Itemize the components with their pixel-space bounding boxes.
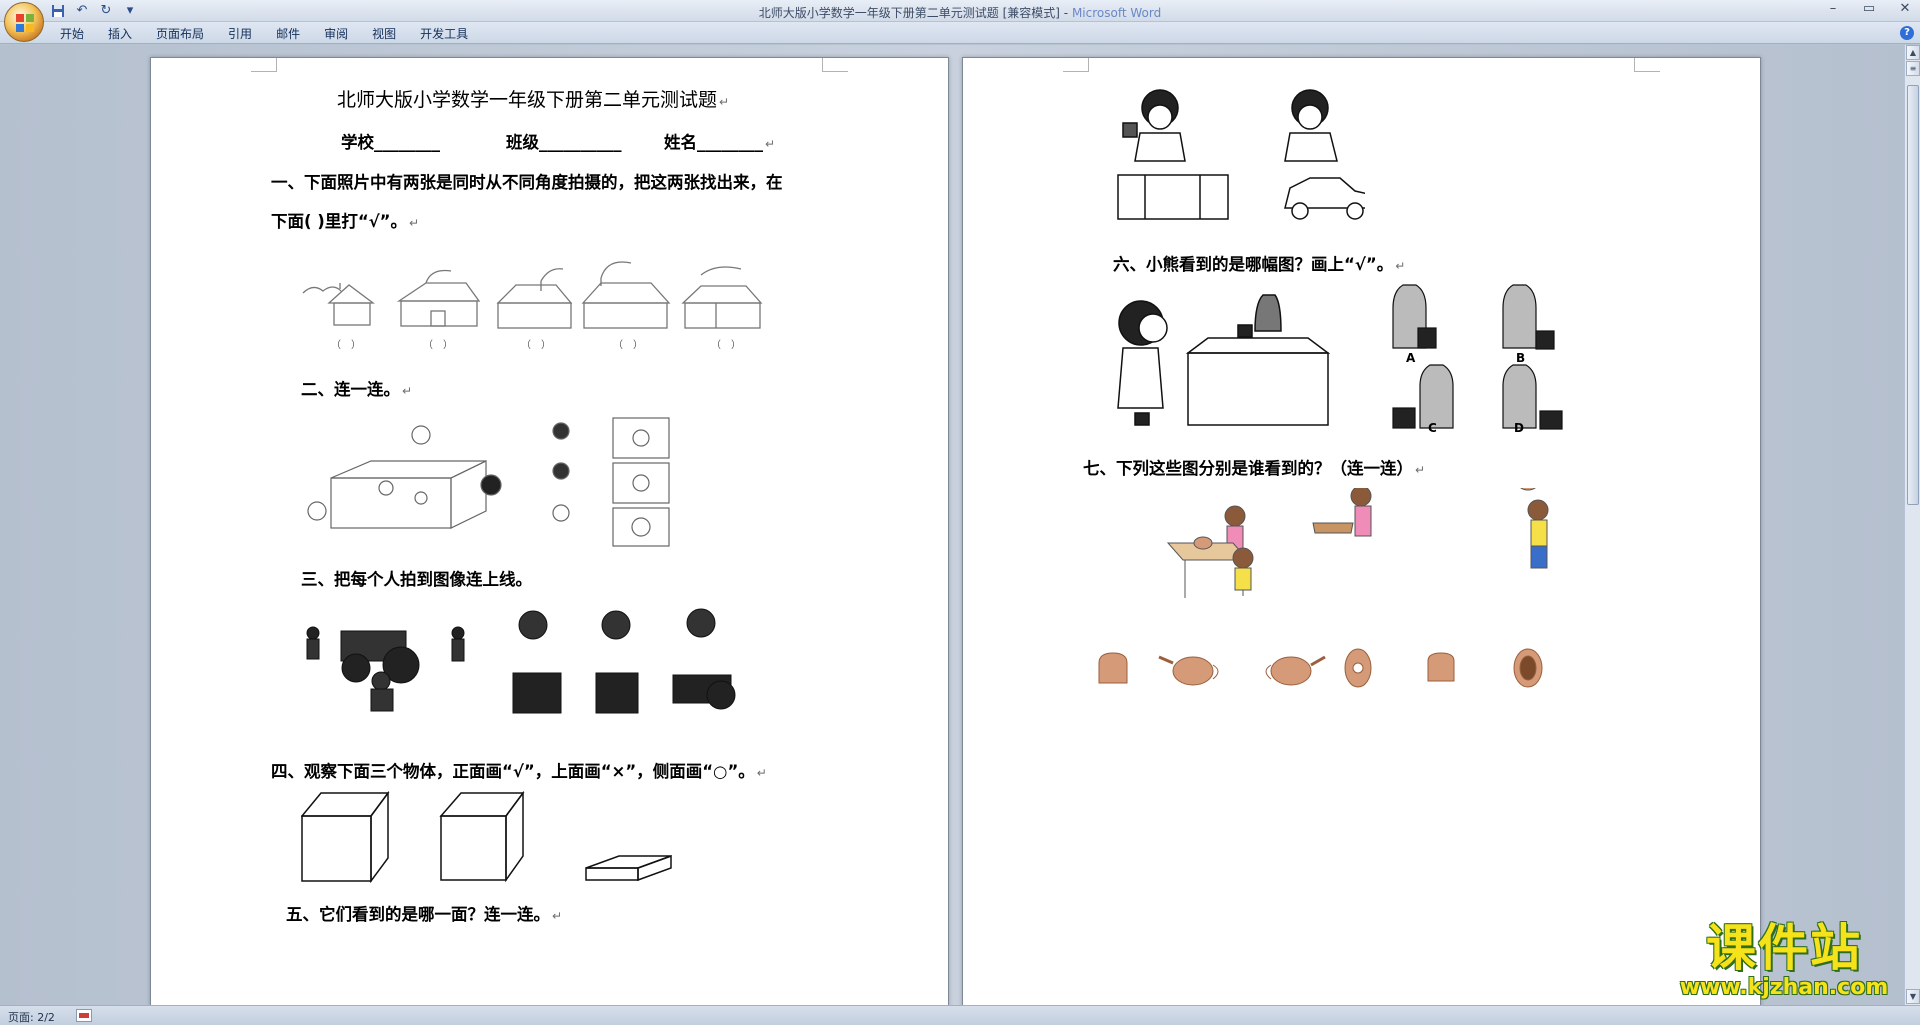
margin-corner [822, 58, 848, 72]
tab-page-layout[interactable]: 页面布局 [146, 26, 218, 42]
help-icon[interactable]: ? [1900, 26, 1914, 40]
children-car-figure [1115, 83, 1374, 223]
tab-review[interactable]: 审阅 [314, 26, 362, 42]
margin-corner [1634, 58, 1660, 72]
office-button[interactable] [4, 2, 44, 42]
question-6: 六、小熊看到的是哪幅图？画上“√”。 ↵ [1113, 255, 1406, 274]
house-image-4 [581, 261, 671, 329]
minimize-icon[interactable]: – [1826, 2, 1840, 16]
house-image-3 [496, 268, 573, 329]
question-2: 二、连一连。 ↵ [301, 380, 413, 399]
window-title: 北师大版小学数学一年级下册第二单元测试题 [兼容模式] - Microsoft … [758, 6, 1162, 20]
question-7: 七、下列这些图分别是谁看到的？（连一连） ↵ [1083, 459, 1426, 478]
teapot-image-3[interactable] [1265, 655, 1326, 686]
option-a-image[interactable] [1392, 284, 1437, 349]
office-logo-icon [16, 14, 34, 32]
option-d-label: D [1514, 421, 1524, 435]
tab-developer[interactable]: 开发工具 [410, 26, 482, 42]
watermark-url: www.kjzhan.com [1679, 975, 1889, 1000]
option-b-image[interactable] [1502, 284, 1555, 350]
watermark-logo-text: 课件站 [1706, 919, 1862, 977]
margin-corner [1063, 58, 1089, 72]
question-1-line1: 一、下面照片中有两张是同时从不同角度拍摄的，把这两张找出来，在 [271, 173, 783, 192]
proofing-icon[interactable] [76, 1009, 92, 1022]
ribbon-tabs: 开始 插入 页面布局 引用 邮件 审阅 视图 开发工具 ? [0, 22, 1920, 44]
option-c-label: C [1428, 421, 1437, 435]
answer-paren-5: （ ） [711, 340, 741, 351]
status-bar: 页面: 2/2 [0, 1005, 1920, 1025]
class-field: 班级__________ [506, 133, 622, 152]
document-title: 北师大版小学数学一年级下册第二单元测试题 ↵ [337, 89, 730, 111]
margin-corner [251, 58, 277, 72]
title-bar: ↶ ↻ ▾ 北师大版小学数学一年级下册第二单元测试题 [兼容模式] - Micr… [0, 0, 1920, 22]
scroll-up-icon[interactable]: ▲ [1906, 45, 1920, 60]
solids-figure [300, 788, 721, 888]
box-animals-figure [301, 413, 721, 548]
document-name: 北师大版小学数学一年级下册第二单元测试题 [兼容模式] [758, 6, 1060, 20]
teapot-image-5[interactable] [1427, 652, 1455, 682]
tab-view[interactable]: 视图 [362, 26, 410, 42]
tab-references[interactable]: 引用 [218, 26, 266, 42]
teapot-image-1[interactable] [1098, 652, 1128, 684]
houses-figure: （ ） （ ） （ ） （ ） （ ） [301, 253, 791, 358]
children-teapot-figure [1163, 475, 1583, 638]
page-2: 六、小熊看到的是哪幅图？画上“√”。↵ A B C D 七、下列这些图分别是谁 [962, 57, 1761, 1005]
teapot-image-6[interactable] [1513, 648, 1543, 688]
name-field: 姓名________ ↵ [664, 133, 776, 152]
house-image-1 [302, 283, 375, 326]
school-field: 学校________ [341, 133, 440, 152]
answer-paren-1: （ ） [331, 340, 361, 351]
tab-mailings[interactable]: 邮件 [266, 26, 314, 42]
option-a-label: A [1406, 351, 1416, 365]
option-b-label: B [1516, 351, 1526, 365]
ruler-toggle-icon[interactable]: ≡ [1906, 61, 1920, 76]
window-controls: – ▭ ✕ [1826, 2, 1912, 16]
scroll-thumb[interactable] [1907, 85, 1919, 505]
answer-paren-4: （ ） [613, 340, 643, 351]
answer-paren-3: （ ） [521, 340, 551, 351]
tab-insert[interactable]: 插入 [98, 26, 146, 42]
vertical-scrollbar[interactable]: ▲ ≡ ▼ [1904, 45, 1920, 1005]
teapots-row [1093, 643, 1593, 698]
question-1-line2: 下面( )里打“√”。 ↵ [271, 212, 420, 231]
maximize-icon[interactable]: ▭ [1862, 2, 1876, 16]
page-count[interactable]: 页面: 2/2 [8, 1009, 55, 1025]
document-workspace: 北师大版小学数学一年级下册第二单元测试题 ↵ 学校________ 班级_____… [0, 45, 1904, 1005]
scroll-down-icon[interactable]: ▼ [1906, 989, 1920, 1004]
teapot-image-4[interactable] [1344, 648, 1372, 688]
option-d-image[interactable] [1502, 364, 1563, 430]
site-watermark: 课件站 www.kjzhan.com [1664, 920, 1904, 1005]
tab-home[interactable]: 开始 [50, 26, 98, 42]
house-image-2 [396, 269, 481, 327]
question-4: 四、观察下面三个物体，正面画“√”，上面画“×”，侧面画“○”。 ↵ [271, 762, 767, 781]
page-1: 北师大版小学数学一年级下册第二单元测试题 ↵ 学校________ 班级_____… [150, 57, 949, 1005]
bear-options-figure: A B C D [1388, 283, 1598, 438]
option-c-image[interactable] [1392, 364, 1454, 429]
answer-paren-2: （ ） [423, 340, 453, 351]
app-name: Microsoft Word [1071, 6, 1162, 20]
close-icon[interactable]: ✕ [1898, 2, 1912, 16]
question-5: 五、它们看到的是哪一面？连一连。 ↵ [286, 905, 563, 924]
question-3: 三、把每个人拍到图像连上线。 [301, 570, 532, 589]
teapot-image-2[interactable] [1158, 655, 1219, 686]
house-image-5 [681, 266, 763, 329]
bear-table-figure [1113, 283, 1343, 428]
tractor-figure [301, 603, 771, 718]
